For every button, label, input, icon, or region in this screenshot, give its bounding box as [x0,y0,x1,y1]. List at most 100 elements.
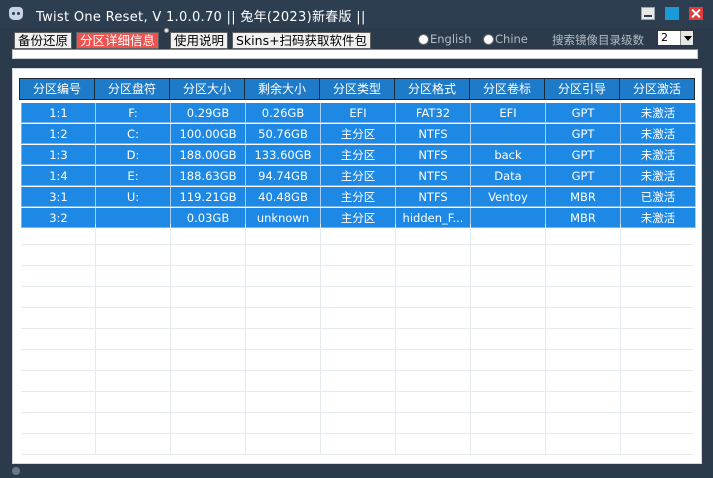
search-level-label: 搜索镜像目录级数 [552,33,644,47]
maximize-icon[interactable] [665,7,679,20]
table-cell[interactable]: 3:2 [21,208,96,228]
table-cell[interactable]: hidden_F... [396,208,471,228]
column-header[interactable]: 分区类型 [319,78,395,100]
column-header[interactable]: 分区大小 [169,78,245,100]
table-cell[interactable]: back [471,145,546,165]
table-cell[interactable]: C: [96,124,171,144]
table-cell[interactable] [471,124,546,144]
table-cell[interactable]: NTFS [396,124,471,144]
grid-column-line [170,224,171,454]
table-cell[interactable]: MBR [546,208,621,228]
table-cell[interactable]: 1:3 [21,145,96,165]
table-cell[interactable]: 未激活 [621,103,696,123]
table-cell[interactable]: 未激活 [621,208,696,228]
table-cell[interactable]: unknown [246,208,321,228]
table-cell[interactable]: Data [471,166,546,186]
column-header[interactable]: 分区引导 [544,78,620,100]
table-cell[interactable]: 0.26GB [246,103,321,123]
grid-line [21,328,693,329]
tab-skins-download[interactable]: Skins+扫码获取软件包 [232,32,372,49]
english-radio-label: English [430,32,472,46]
table-cell[interactable]: 50.76GB [246,124,321,144]
table-cell[interactable]: D: [96,145,171,165]
table-cell[interactable]: 1:2 [21,124,96,144]
table-cell[interactable]: 主分区 [321,124,396,144]
column-header[interactable]: 分区激活 [619,78,695,100]
chinese-radio-label: Chine [495,32,528,46]
column-header[interactable]: 分区盘符 [94,78,170,100]
radio-icon [418,34,429,45]
table-cell[interactable]: NTFS [396,187,471,207]
status-bar [0,466,713,478]
table-cell[interactable]: EFI [471,103,546,123]
grid-line [21,433,693,434]
close-icon[interactable] [689,7,703,20]
table-cell[interactable]: NTFS [396,166,471,186]
dropdown-arrow-icon[interactable] [680,31,693,45]
column-header[interactable]: 剩余大小 [244,78,320,100]
column-header[interactable]: 分区编号 [19,78,95,100]
resize-grip-icon[interactable] [12,467,20,475]
table-cell[interactable]: 未激活 [621,124,696,144]
table-cell[interactable]: 主分区 [321,187,396,207]
table-cell[interactable]: 3:1 [21,187,96,207]
table-cell[interactable] [96,208,171,228]
chinese-radio[interactable]: Chine [483,32,528,48]
table-cell[interactable]: EFI [321,103,396,123]
table-cell[interactable]: 40.48GB [246,187,321,207]
table-cell[interactable]: 188.00GB [171,145,246,165]
table-cell[interactable]: 119.21GB [171,187,246,207]
table-cell[interactable]: F: [96,103,171,123]
column-header[interactable]: 分区格式 [394,78,470,100]
table-cell[interactable]: GPT [546,166,621,186]
window-title: Twist One Reset, V 1.0.0.70 || 兔年(2023)新… [36,10,366,25]
grid-line [21,286,693,287]
grid-line [21,265,693,266]
tab-indicator-dot [164,28,169,33]
tab-usage-guide[interactable]: 使用说明 [170,32,229,49]
table-cell[interactable]: 94.74GB [246,166,321,186]
table-cell[interactable]: 0.29GB [171,103,246,123]
search-level-select[interactable]: 2 [657,30,694,46]
app-icon [9,7,23,20]
grid-line [21,307,693,308]
table-cell[interactable]: U: [96,187,171,207]
table-cell[interactable] [471,208,546,228]
english-radio[interactable]: English [418,32,472,48]
radio-icon [483,34,494,45]
table-cell[interactable]: 188.63GB [171,166,246,186]
grid-line [21,244,693,245]
app-window: Twist One Reset, V 1.0.0.70 || 兔年(2023)新… [0,0,713,478]
partition-table[interactable]: 分区编号 分区盘符 分区大小 剩余大小 分区类型 分区格式 分区卷标 分区引导 … [12,68,702,464]
grid-line [21,454,693,455]
table-cell[interactable]: 133.60GB [246,145,321,165]
table-cell[interactable]: 100.00GB [171,124,246,144]
table-cell[interactable]: GPT [546,124,621,144]
table-cell[interactable]: FAT32 [396,103,471,123]
table-cell[interactable]: 0.03GB [171,208,246,228]
table-cell[interactable]: 主分区 [321,166,396,186]
table-cell[interactable]: 主分区 [321,145,396,165]
table-cell[interactable]: 1:1 [21,103,96,123]
title-bar[interactable]: Twist One Reset, V 1.0.0.70 || 兔年(2023)新… [0,0,713,28]
grid-column-line [320,224,321,454]
table-cell[interactable]: NTFS [396,145,471,165]
table-cell[interactable]: MBR [546,187,621,207]
tab-partition-details[interactable]: 分区详细信息 [76,32,160,49]
grid-column-line [245,224,246,454]
table-cell[interactable]: 已激活 [621,187,696,207]
table-cell[interactable]: 1:4 [21,166,96,186]
grid-line [21,370,693,371]
table-cell[interactable]: 主分区 [321,208,396,228]
tab-backup-restore[interactable]: 备份还原 [14,32,73,49]
table-cell[interactable]: 未激活 [621,145,696,165]
table-cell[interactable]: E: [96,166,171,186]
table-cell[interactable]: 未激活 [621,166,696,186]
minimize-icon[interactable] [641,7,655,20]
grid-line [21,349,693,350]
column-header[interactable]: 分区卷标 [469,78,545,100]
table-cell[interactable]: GPT [546,103,621,123]
table-cell[interactable]: Ventoy [471,187,546,207]
grid-column-line [620,224,621,454]
table-cell[interactable]: GPT [546,145,621,165]
